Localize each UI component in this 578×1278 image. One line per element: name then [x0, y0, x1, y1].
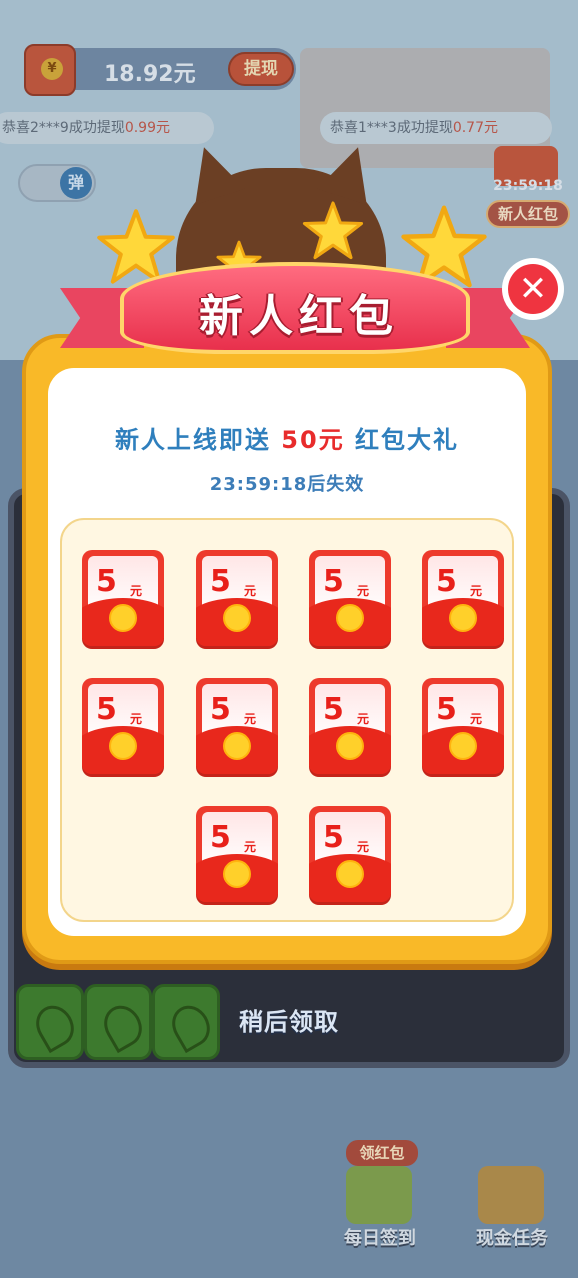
calendar-check-icon [346, 1166, 412, 1224]
popup-title-banner: 新人红包 [60, 262, 530, 358]
red-envelope[interactable]: 5 元 [309, 678, 391, 774]
coin-icon [223, 604, 251, 632]
side-timer: 23:59:18 [493, 178, 563, 194]
envelope-amount: 5 [210, 564, 231, 599]
daily-signin-label: 每日签到 [344, 1228, 416, 1249]
envelope-unit: 元 [244, 584, 257, 598]
envelope-unit: 元 [130, 584, 143, 598]
envelope-unit: 元 [470, 584, 483, 598]
red-envelope[interactable]: 5 元 [309, 550, 391, 646]
cash-task-label: 现金任务 [476, 1228, 548, 1249]
red-envelope[interactable]: 5 元 [196, 550, 278, 646]
headline-amount: 50元 [281, 426, 345, 454]
side-newbie-label[interactable]: 新人红包 [486, 200, 570, 228]
red-envelope[interactable]: 5 元 [309, 806, 391, 902]
close-icon: ✕ [508, 264, 558, 314]
envelope-unit: 元 [357, 840, 370, 854]
newbie-red-envelope-popup: 新人上线即送 50元 红包大礼 23:59:18后失效 5 元 5 元 5 元 … [22, 334, 552, 964]
envelope-unit: 元 [130, 712, 143, 726]
balance-bar: 18.92元 提现 [24, 44, 296, 96]
red-envelope-wallet-icon [24, 44, 76, 96]
envelope-amount: 5 [323, 564, 344, 599]
withdraw-button[interactable]: 提现 [228, 52, 294, 86]
coin-icon [223, 860, 251, 888]
coin-icon [336, 732, 364, 760]
envelope-amount: 5 [210, 820, 231, 855]
envelope-unit: 元 [244, 840, 257, 854]
coin-icon [109, 604, 137, 632]
ticker-text: 恭喜2***9成功提现 [2, 120, 125, 136]
red-envelope[interactable]: 5 元 [422, 550, 504, 646]
popup-headline: 新人上线即送 50元 红包大礼 [48, 420, 526, 455]
envelope-amount: 5 [436, 692, 457, 727]
envelope-unit: 元 [357, 712, 370, 726]
ticker-text: 恭喜1***3成功提现 [330, 120, 453, 136]
popup-content: 新人上线即送 50元 红包大礼 23:59:18后失效 5 元 5 元 5 元 … [48, 368, 526, 936]
envelope-amount: 5 [210, 692, 231, 727]
cash-task-button[interactable]: 现金任务 [462, 1140, 562, 1250]
headline-text: 新人上线即送 [114, 426, 282, 454]
popup-title: 新人红包 [199, 291, 399, 342]
danmaku-toggle[interactable]: 弹 [18, 164, 96, 202]
balance-amount: 18.92元 [104, 62, 196, 87]
envelope-amount: 5 [96, 564, 117, 599]
envelope-amount: 5 [323, 692, 344, 727]
red-envelope[interactable]: 5 元 [196, 678, 278, 774]
ticker-amount: 0.99元 [124, 120, 170, 136]
envelope-unit: 元 [357, 584, 370, 598]
withdraw-ticker: 恭喜2***9成功提现0.99元 [0, 112, 214, 144]
red-envelope[interactable]: 5 元 [422, 678, 504, 774]
toggle-knob: 弹 [60, 167, 92, 199]
star-icon [302, 200, 364, 260]
coin-icon [449, 604, 477, 632]
banner-plate: 新人红包 [120, 262, 470, 354]
envelope-unit: 元 [244, 712, 257, 726]
envelope-grid: 5 元 5 元 5 元 5 元 5 元 5 元 5 元 5 元 5 元 5 元 [60, 518, 514, 922]
daily-signin-button[interactable]: 每日签到 [330, 1140, 430, 1250]
coin-icon [109, 732, 137, 760]
envelope-amount: 5 [96, 692, 117, 727]
coin-pile-icon [478, 1166, 544, 1224]
envelope-unit: 元 [470, 712, 483, 726]
red-envelope[interactable]: 5 元 [82, 678, 164, 774]
coin-icon [223, 732, 251, 760]
red-envelope[interactable]: 5 元 [82, 550, 164, 646]
withdraw-ticker: 恭喜1***3成功提现0.77元 [320, 112, 552, 144]
coin-icon [336, 860, 364, 888]
claim-later-button[interactable]: 稍后领取 [0, 1002, 578, 1037]
envelope-amount: 5 [436, 564, 457, 599]
ticker-amount: 0.77元 [452, 120, 498, 136]
coin-icon [336, 604, 364, 632]
headline-text-suffix: 红包大礼 [344, 426, 460, 454]
expiry-countdown: 23:59:18后失效 [209, 474, 365, 495]
coin-icon [449, 732, 477, 760]
envelope-amount: 5 [323, 820, 344, 855]
red-envelope[interactable]: 5 元 [196, 806, 278, 902]
close-button[interactable]: ✕ [502, 258, 564, 320]
